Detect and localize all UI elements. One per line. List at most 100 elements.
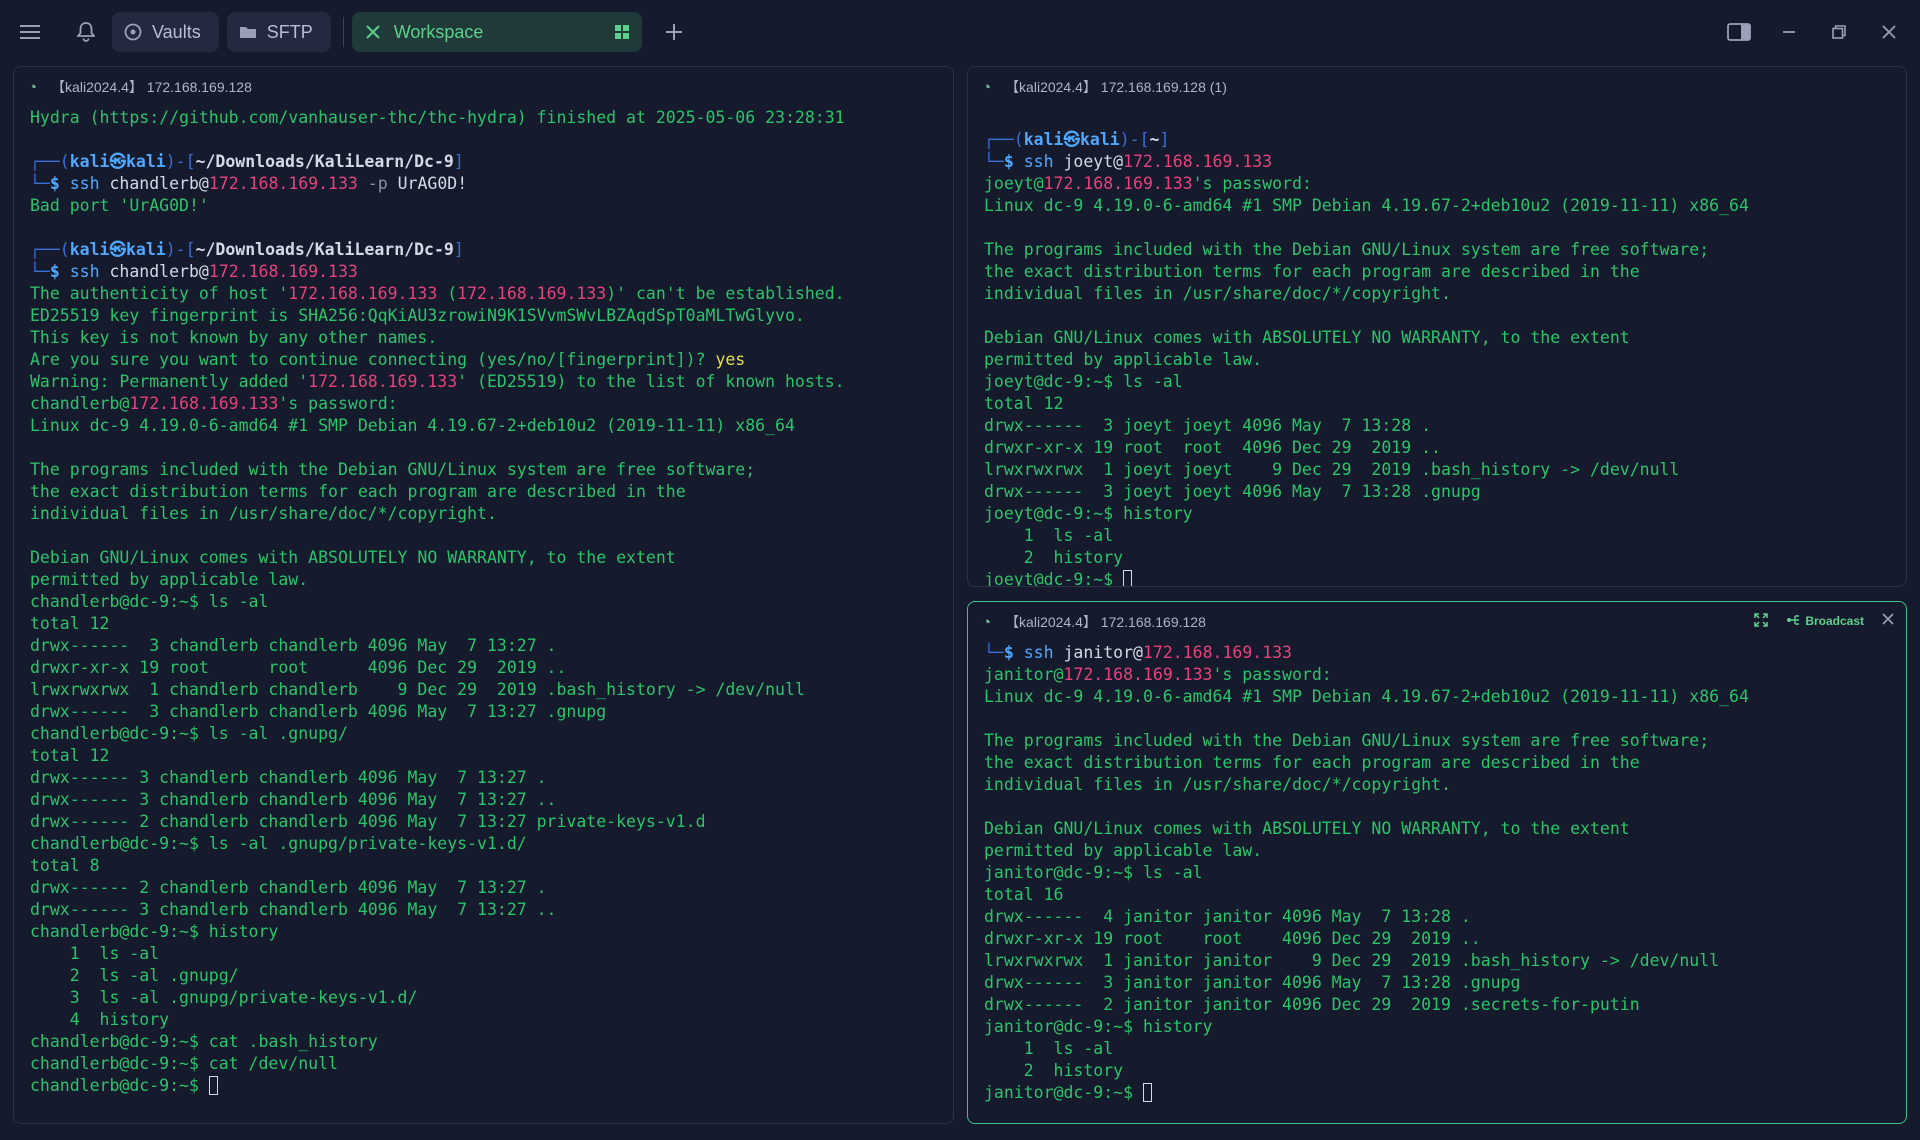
terminal-text: drwx------ 3 janitor janitor 4096 May 7 … — [984, 973, 1521, 992]
grid-icon[interactable] — [614, 24, 630, 40]
terminal-text: drwx------ 4 janitor janitor 4096 May 7 … — [984, 907, 1471, 926]
terminal-text: Hydra (https://github.com/vanhauser-thc/… — [30, 108, 845, 127]
terminal-line: 2 history — [984, 1060, 1906, 1082]
terminal-text: 172.168.169.133 — [308, 372, 458, 391]
terminal-line: └─$ ssh chandlerb@172.168.169.133 — [30, 261, 953, 283]
terminal-text: ED25519 key fingerprint is SHA256:QqKiAU… — [30, 306, 805, 325]
tab-vaults[interactable]: Vaults — [112, 12, 219, 52]
terminal-line: 2 ls -al .gnupg/ — [30, 965, 953, 987]
terminal-line: drwx------ 2 chandlerb chandlerb 4096 Ma… — [30, 877, 953, 899]
terminal-text: 1 ls -al — [30, 944, 160, 963]
maximize-icon[interactable] — [1754, 612, 1769, 630]
terminal-text: chandlerb@dc-9:~$ ls -al — [30, 592, 269, 611]
terminal-cursor — [1123, 570, 1133, 586]
terminal-line: The programs included with the Debian GN… — [984, 730, 1906, 752]
terminal-text: -p — [357, 174, 398, 193]
terminal-text: permitted by applicable law. — [984, 841, 1263, 860]
terminal-text: 1 ls -al — [984, 526, 1114, 545]
terminal-line: chandlerb@dc-9:~$ ls -al — [30, 591, 953, 613]
terminal-text: 2 history — [984, 1061, 1124, 1080]
terminal-pane-top-right[interactable]: ◔ 【kali2024.4】 172.168.169.128 (1) ┌──(k… — [967, 66, 1907, 587]
terminal-line: 1 ls -al — [984, 1038, 1906, 1060]
terminal-line: janitor@dc-9:~$ ls -al — [984, 862, 1906, 884]
minimize-icon[interactable] — [1768, 14, 1810, 50]
terminal-text: UrAG0D! — [397, 174, 468, 193]
terminal-text: The programs included with the Debian GN… — [984, 731, 1710, 750]
terminal-output[interactable]: Hydra (https://github.com/vanhauser-thc/… — [14, 107, 953, 1097]
terminal-text: └─ — [984, 152, 1004, 171]
terminal-text: Are you sure you want to continue connec… — [30, 350, 716, 369]
terminal-line: chandlerb@dc-9:~$ ls -al .gnupg/ — [30, 723, 953, 745]
folder-icon — [239, 24, 257, 40]
terminal-line: total 12 — [984, 393, 1906, 415]
terminal-line: drwx------ 3 joeyt joeyt 4096 May 7 13:2… — [984, 481, 1906, 503]
terminal-pane-left[interactable]: ◔ 【kali2024.4】 172.168.169.128 Hydra (ht… — [13, 66, 954, 1124]
terminal-text: chandlerb@dc-9:~$ ls -al .gnupg/ — [30, 724, 348, 743]
bell-icon[interactable] — [68, 14, 104, 50]
close-pane-icon[interactable] — [1882, 612, 1894, 630]
terminal-line: Debian GNU/Linux comes with ABSOLUTELY N… — [30, 547, 953, 569]
terminal-line: the exact distribution terms for each pr… — [984, 261, 1906, 283]
tab-sftp[interactable]: SFTP — [226, 12, 331, 52]
broadcast-button[interactable]: Broadcast — [1786, 614, 1864, 629]
terminal-text: drwx------ 3 chandlerb chandlerb 4096 Ma… — [30, 790, 557, 809]
terminal-line: The programs included with the Debian GN… — [30, 459, 953, 481]
terminal-text: $ — [1003, 152, 1024, 171]
terminal-text: Debian GNU/Linux comes with ABSOLUTELY N… — [984, 328, 1630, 347]
terminal-text: drwx------ 3 chandlerb chandlerb 4096 Ma… — [30, 768, 547, 787]
terminal-text: ~/Downloads/KaliLearn/Dc-9 — [195, 152, 454, 171]
terminal-line: Bad port 'UrAG0D!' — [30, 195, 953, 217]
terminal-text: drwx------ 3 chandlerb chandlerb 4096 Ma… — [30, 702, 607, 721]
terminal-text: ' (ED25519) to the list of known hosts. — [457, 372, 845, 391]
terminal-text: janitor@ — [984, 665, 1064, 684]
side-panel-icon[interactable] — [1718, 14, 1760, 50]
close-icon[interactable] — [366, 25, 380, 39]
terminal-text: 172.168.169.133 — [208, 174, 358, 193]
terminal-text: chandlerb@ — [109, 174, 209, 193]
terminal-pane-bottom-right[interactable]: ◔ 【kali2024.4】 172.168.169.128 Broadcast… — [967, 601, 1907, 1124]
terminal-text: kali㉿kali — [69, 152, 166, 171]
menu-icon[interactable] — [12, 14, 48, 50]
terminal-text: lrwxrwxrwx 1 janitor janitor 9 Dec 29 20… — [984, 951, 1720, 970]
terminal-text: ~/Downloads/KaliLearn/Dc-9 — [195, 240, 454, 259]
terminal-text: chandlerb@ — [109, 262, 209, 281]
terminal-line: joeyt@dc-9:~$ ls -al — [984, 371, 1906, 393]
terminal-text: the exact distribution terms for each pr… — [30, 482, 686, 501]
terminal-text: 's password: — [1212, 665, 1332, 684]
terminal-text: joeyt@dc-9:~$ history — [984, 504, 1193, 523]
terminal-text: Bad port 'UrAG0D!' — [30, 196, 209, 215]
terminal-text: 172.168.169.133 — [1123, 152, 1273, 171]
terminal-text: chandlerb@dc-9:~$ cat .bash_history — [30, 1032, 378, 1051]
terminal-text: 172.168.169.133 — [288, 284, 438, 303]
terminal-line: └─$ ssh janitor@172.168.169.133 — [984, 642, 1906, 664]
terminal-text: ~ — [1149, 130, 1160, 149]
terminal-text: chandlerb@ — [30, 394, 130, 413]
terminal-line: Are you sure you want to continue connec… — [30, 349, 953, 371]
new-tab-plus-icon[interactable] — [656, 14, 692, 50]
terminal-text: joeyt@ — [1063, 152, 1124, 171]
terminal-text: 2 ls -al .gnupg/ — [30, 966, 239, 985]
terminal-text: chandlerb@dc-9:~$ — [30, 1076, 209, 1095]
terminal-text: total 12 — [30, 614, 110, 633]
tab-label: Vaults — [152, 21, 201, 42]
terminal-text: joeyt@ — [984, 174, 1044, 193]
pane-title: 【kali2024.4】 172.168.169.128 — [51, 79, 252, 95]
terminal-output[interactable]: ┌──(kali㉿kali)-[~] └─$ ssh joeyt@172.168.… — [968, 107, 1906, 586]
terminal-text: drwx------ 2 chandlerb chandlerb 4096 Ma… — [30, 812, 706, 831]
terminal-text: └─ — [984, 643, 1004, 662]
restore-icon[interactable] — [1818, 14, 1860, 50]
terminal-line: drwx------ 3 chandlerb chandlerb 4096 Ma… — [30, 899, 953, 921]
terminal-line: Linux dc-9 4.19.0-6-amd64 #1 SMP Debian … — [984, 195, 1906, 217]
terminal-line: This key is not known by any other names… — [30, 327, 953, 349]
close-window-icon[interactable] — [1868, 14, 1910, 50]
terminal-line: drwxr-xr-x 19 root root 4096 Dec 29 2019… — [30, 657, 953, 679]
terminal-text: 172.168.169.133 — [1043, 174, 1193, 193]
tab-workspace[interactable]: Workspace — [351, 12, 642, 52]
terminal-text: Debian GNU/Linux comes with ABSOLUTELY N… — [30, 548, 676, 567]
terminal-line: chandlerb@dc-9:~$ history — [30, 921, 953, 943]
terminal-text: The authenticity of host ' — [30, 284, 289, 303]
terminal-output[interactable]: └─$ ssh janitor@172.168.169.133 janitor@1… — [968, 642, 1906, 1104]
terminal-line: janitor@172.168.169.133's password: — [984, 664, 1906, 686]
